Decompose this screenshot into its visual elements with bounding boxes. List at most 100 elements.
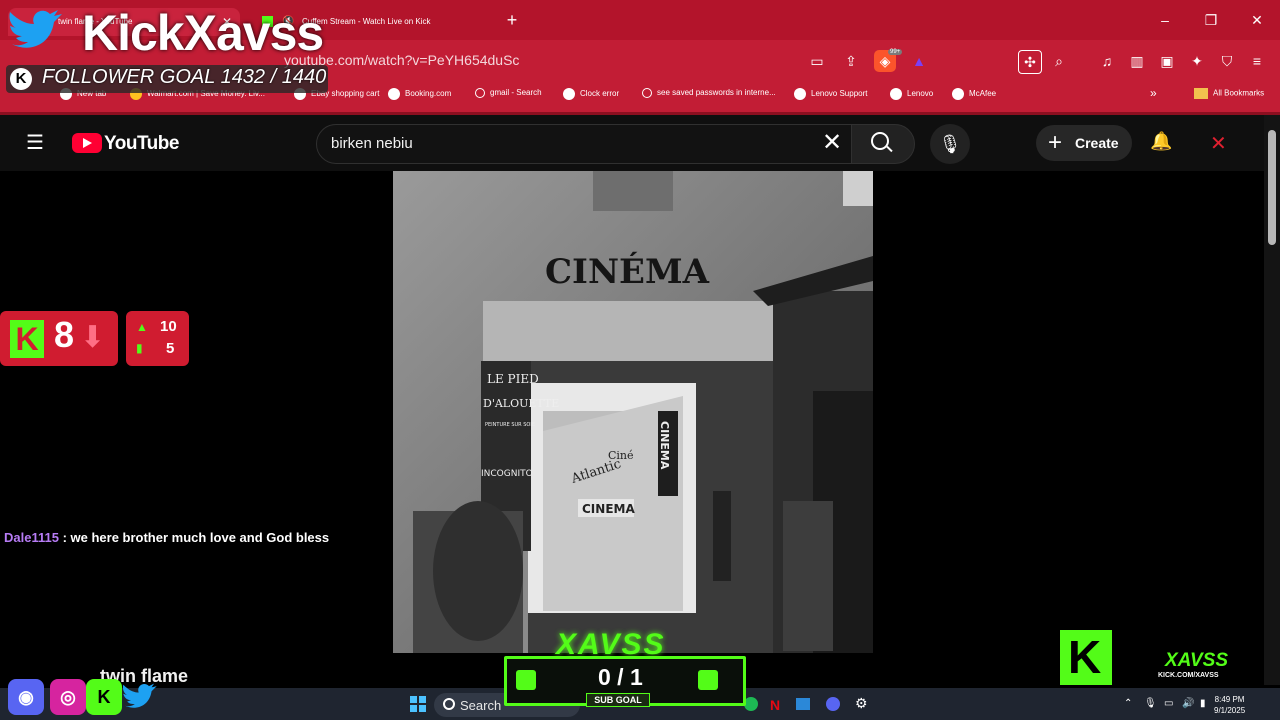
chat-username: Dale1115: [4, 530, 59, 545]
shop-sign-line-2: D'ALOUETTE: [483, 397, 559, 410]
search-input[interactable]: birken nebiu: [331, 135, 413, 152]
discord-icon: ◉: [8, 679, 44, 715]
tray-battery-icon[interactable]: ▮: [1200, 698, 1206, 709]
bookmark-label: Lenovo: [907, 89, 934, 99]
bookmark-label: Lenovo Support: [811, 89, 868, 99]
sidebar-icon[interactable]: ▥: [1126, 50, 1148, 72]
restore-button[interactable]: ❐: [1196, 8, 1226, 32]
globe-icon: [563, 88, 575, 100]
hamburger-menu-icon[interactable]: ☰: [26, 133, 44, 153]
bookmark-saved-passwords[interactable]: see saved passwords in interne...: [642, 88, 776, 98]
tray-chevron-icon[interactable]: ⌃: [1124, 698, 1132, 709]
twitter-bird-icon: [8, 8, 64, 59]
windows-start-icon[interactable]: [410, 696, 426, 712]
stat-up-value: 10: [160, 318, 177, 335]
youtube-logo-icon[interactable]: [72, 133, 102, 153]
gift-box-icon: [698, 670, 718, 690]
clear-search-icon[interactable]: ✕: [822, 130, 842, 156]
cine-sign: Ciné: [608, 449, 634, 462]
bookmark-label: Booking.com: [405, 89, 452, 99]
brand-name: XAVSS: [1165, 650, 1229, 671]
voice-search-mic-icon[interactable]: 🎙: [930, 124, 970, 164]
kick-icon: K: [86, 679, 122, 715]
twitter-icon: [122, 679, 158, 715]
globe-icon: [388, 88, 400, 100]
main-menu-icon[interactable]: ≡: [1246, 50, 1268, 72]
all-bookmarks-button[interactable]: All Bookmarks: [1194, 88, 1264, 99]
bookmark-gmail-search[interactable]: gmail - Search: [475, 88, 542, 98]
clock-time: 8:49 PM: [1214, 695, 1245, 704]
taskbar-search-label[interactable]: Search: [460, 698, 501, 713]
instagram-icon: ◎: [50, 679, 86, 715]
bookmarks-more-button[interactable]: »: [1150, 86, 1157, 100]
vertical-cinema-sign: CINEMA: [658, 421, 671, 470]
chat-message: Dale1115 : we here brother much love and…: [4, 530, 329, 545]
create-label: Create: [1075, 135, 1119, 151]
extensions-puzzle-icon[interactable]: ✣: [1018, 50, 1042, 74]
settings-gear-icon[interactable]: ⚙: [855, 695, 868, 712]
search-icon: [642, 88, 652, 98]
plus-icon: +: [1048, 129, 1063, 156]
tray-display-icon[interactable]: ▭: [1164, 698, 1173, 709]
clock-date: 9/1/2025: [1214, 706, 1246, 715]
shop-sign-line-3: PEINTURE SUR SOIE: [485, 422, 535, 428]
globe-icon: [794, 88, 806, 100]
follower-goal-text: FOLLOWER GOAL 1432 / 1440: [42, 66, 327, 88]
scrollbar-thumb[interactable]: [1268, 130, 1276, 245]
cast-icon[interactable]: ▭: [806, 50, 828, 72]
discord-taskbar-icon[interactable]: [826, 697, 840, 711]
folder-icon: [1194, 88, 1208, 99]
search-icon[interactable]: [871, 132, 889, 150]
cinema-sign: CINÉMA: [545, 251, 710, 292]
bookmark-label: gmail - Search: [490, 88, 542, 98]
share-icon[interactable]: ⇪: [840, 50, 862, 72]
bookmark-clock-error[interactable]: Clock error: [563, 88, 619, 100]
tray-speaker-icon[interactable]: 🔊: [1182, 698, 1194, 709]
sub-goal-value: 0 / 1: [598, 664, 643, 690]
vpn-shield-icon[interactable]: ⛉: [1216, 50, 1238, 72]
netflix-icon[interactable]: N: [770, 697, 780, 713]
chat-text: : we here brother much love and God bles…: [58, 530, 330, 545]
search-icon: [443, 698, 455, 710]
gift-box-icon: [516, 670, 536, 690]
youtube-logo-text[interactable]: YouTube: [104, 133, 179, 155]
taskbar-clock[interactable]: 8:49 PM 9/1/2025: [1214, 694, 1245, 716]
spotify-icon[interactable]: [744, 697, 758, 711]
bookmark-label: see saved passwords in interne...: [657, 88, 776, 98]
inner-cinema-sign: CINEMA: [582, 502, 635, 516]
red-x-icon[interactable]: ✕: [1210, 131, 1227, 156]
bookmark-label: McAfee: [969, 89, 997, 99]
up-triangle-icon: ▲: [136, 320, 148, 334]
wallet-icon[interactable]: ▣: [1156, 50, 1178, 72]
globe-icon: [952, 88, 964, 100]
sub-goal-label: SUB GOAL: [586, 693, 650, 707]
bookmark-booking[interactable]: Booking.com: [388, 88, 451, 100]
close-window-button[interactable]: ✕: [1242, 8, 1272, 32]
bookmark-mcafee[interactable]: McAfee: [952, 88, 996, 100]
leo-ai-icon[interactable]: ✦: [1186, 50, 1208, 72]
media-music-icon[interactable]: ♫: [1096, 50, 1118, 72]
channel-name-overlay: KickXavss: [82, 5, 324, 61]
kick-brand-logo-icon: [1060, 630, 1112, 685]
kick-logo-icon: K: [10, 68, 32, 90]
cinema-street-photo: CINÉMA LE PIED D'ALOUETTE PEINTURE SUR S…: [393, 171, 873, 653]
bookmark-lenovo[interactable]: Lenovo: [890, 88, 933, 100]
shop-sign-line-1: LE PIED: [487, 372, 539, 386]
down-arrow-icon: ⬇: [80, 321, 106, 354]
bookmark-label: Clock error: [580, 89, 620, 99]
rewards-triangle-icon[interactable]: ▲: [908, 50, 930, 72]
bookmark-lenovo-support[interactable]: Lenovo Support: [794, 88, 868, 100]
minimize-button[interactable]: –: [1150, 8, 1180, 32]
video-thumbnail[interactable]: CINÉMA LE PIED D'ALOUETTE PEINTURE SUR S…: [393, 171, 873, 653]
bookmark-label: All Bookmarks: [1213, 88, 1265, 98]
notifications-bell-icon[interactable]: 🔔: [1150, 131, 1172, 152]
globe-icon: [890, 88, 902, 100]
photos-icon[interactable]: [796, 698, 810, 710]
shield-badge: 99+: [888, 49, 903, 55]
create-button[interactable]: + Create: [1036, 125, 1132, 161]
tray-mic-icon[interactable]: 🎙: [1144, 698, 1157, 709]
tab-search-icon[interactable]: ⌕: [1048, 50, 1070, 72]
brand-url: KICK.COM/XAVSS: [1158, 672, 1219, 679]
new-tab-button[interactable]: +: [502, 8, 522, 32]
search-icon: [475, 88, 485, 98]
